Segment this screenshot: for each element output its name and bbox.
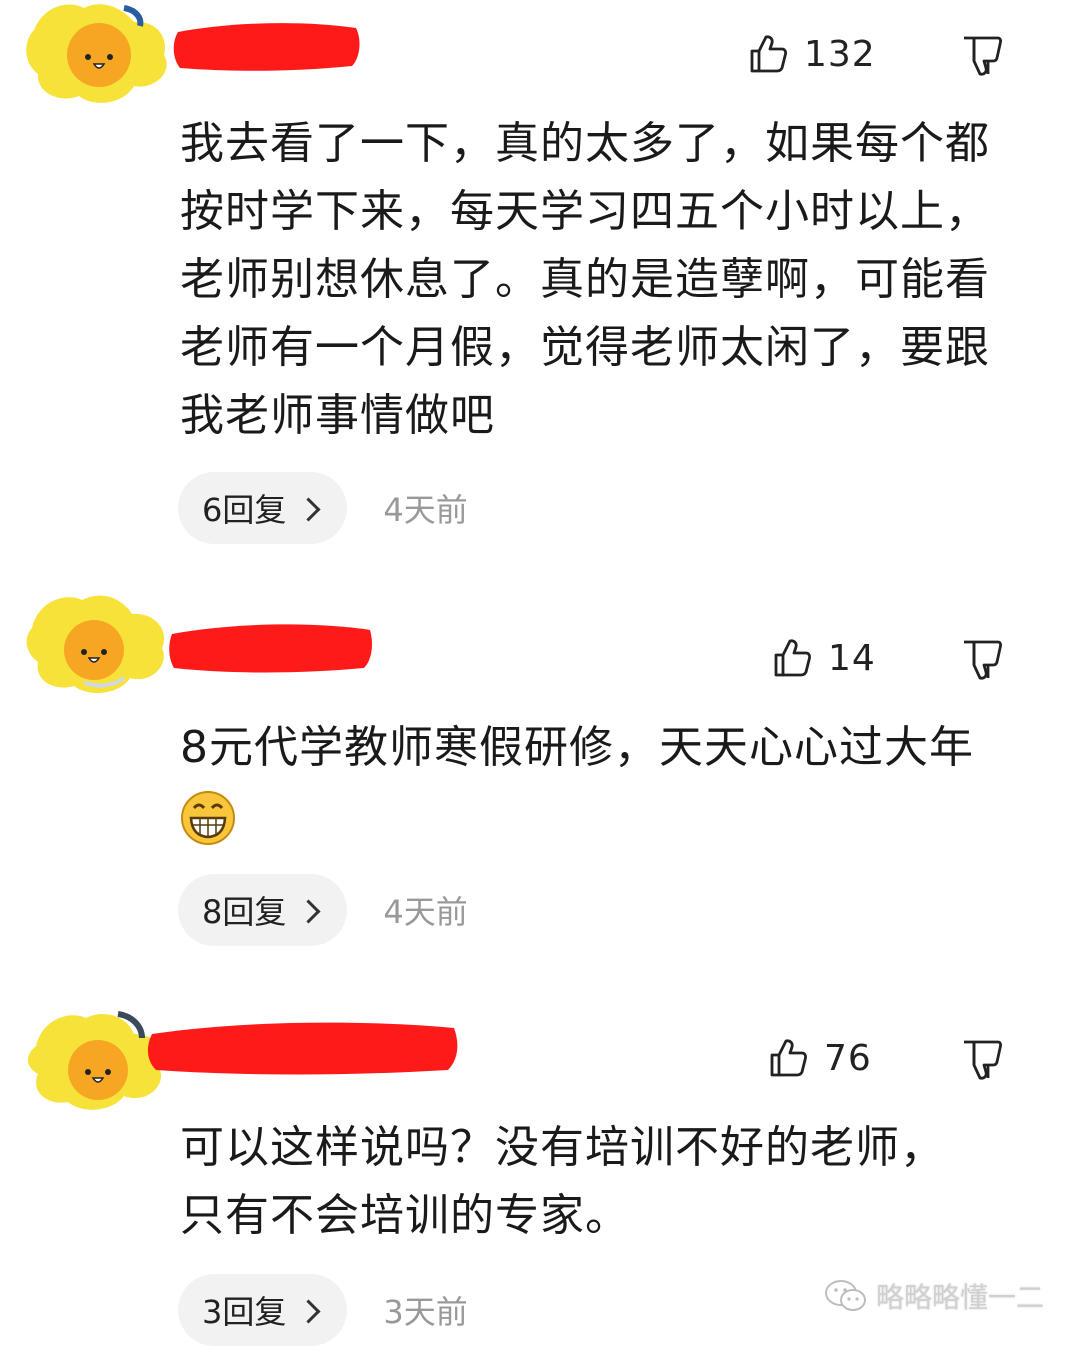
replies-label: 6回复 (202, 491, 287, 529)
comment-item: 14 8元代学教师寒假研修，天天心心过大年 8回复 4天前 (0, 590, 1080, 970)
comment-text: 8元代学教师寒假研修，天天心心过大年 (180, 714, 1020, 850)
thumbs-up-icon (750, 35, 788, 73)
redacted-username (146, 1016, 460, 1075)
thumbs-down-icon[interactable] (960, 1036, 1004, 1082)
replies-button[interactable]: 8回复 (178, 874, 348, 946)
avatar[interactable] (24, 0, 174, 110)
like-count: 132 (804, 33, 876, 75)
avatar[interactable] (24, 590, 174, 700)
like-button[interactable]: 132 (748, 24, 876, 84)
chevron-right-icon (296, 496, 321, 522)
redacted-username (168, 618, 374, 674)
chevron-right-icon (296, 1298, 321, 1324)
like-button[interactable]: 76 (768, 1028, 872, 1088)
replies-label: 8回复 (202, 893, 287, 931)
comment-item: 132 我去看了一下，真的太多了，如果每个都按时学下来，每天学习四五个小时以上，… (0, 0, 1080, 560)
timestamp: 4天前 (383, 491, 468, 529)
timestamp: 3天前 (383, 1293, 468, 1331)
comment-footer: 3回复 3天前 (178, 1274, 468, 1346)
avatar-image (26, 4, 167, 103)
redacted-username (172, 18, 362, 74)
thumbs-down-icon[interactable] (960, 636, 1004, 682)
like-button[interactable]: 14 (772, 628, 876, 688)
comment-text-content: 8元代学教师寒假研修，天天心心过大年 (180, 722, 974, 773)
watermark-text: 略略略懂一二 (875, 1281, 1044, 1314)
timestamp: 4天前 (383, 893, 468, 931)
thumbs-down-icon[interactable] (960, 32, 1004, 78)
replies-button[interactable]: 6回复 (178, 472, 348, 544)
watermark: 略略略懂一二 (824, 1276, 1044, 1316)
thumbs-up-icon (774, 639, 812, 677)
thumbs-up-icon (770, 1039, 808, 1077)
avatar-image (26, 595, 165, 693)
like-count: 76 (824, 1037, 872, 1079)
replies-button[interactable]: 3回复 (178, 1274, 348, 1346)
comment-footer: 8回复 4天前 (178, 874, 468, 946)
comment-text: 我去看了一下，真的太多了，如果每个都按时学下来，每天学习四五个小时以上，老师别想… (180, 118, 990, 441)
replies-label: 3回复 (202, 1293, 287, 1331)
chevron-right-icon (296, 898, 321, 924)
comment-text: 可以这样说吗？没有培训不好的老师，只有不会培训的专家。 (180, 1122, 945, 1241)
wechat-icon (824, 1280, 866, 1311)
grinning-face-icon (181, 791, 235, 845)
like-count: 14 (828, 637, 876, 679)
comment-footer: 6回复 4天前 (178, 472, 468, 544)
